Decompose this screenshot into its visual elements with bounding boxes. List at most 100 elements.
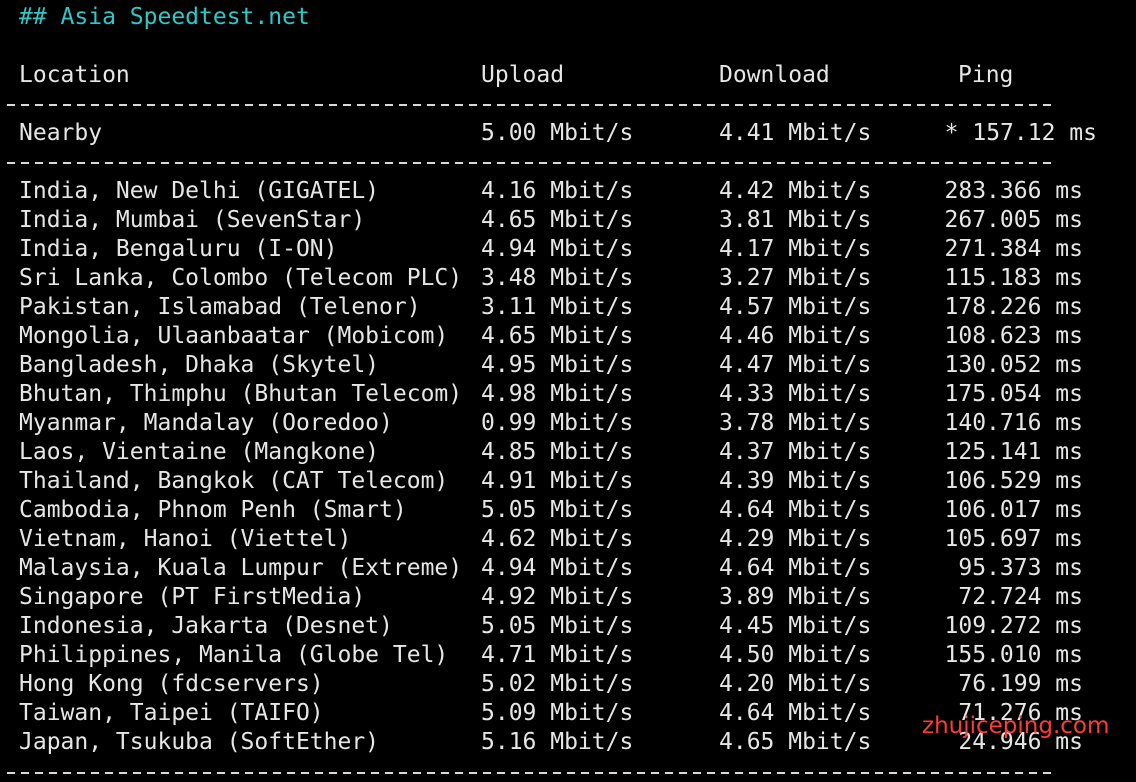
terminal-window[interactable]: ## Asia Speedtest.net Location Upload Do… (0, 0, 1136, 782)
section-title: ## Asia Speedtest.net (19, 4, 310, 30)
divider-middle (7, 162, 1055, 164)
row-upload: 4.62 Mbit/s (481, 526, 634, 552)
row-location: Japan, Tsukuba (SoftEther) (19, 729, 380, 755)
row-download: 4.45 Mbit/s (719, 613, 872, 639)
row-location: Mongolia, Ulaanbaatar (Mobicom) (19, 323, 449, 349)
table-row: India, New Delhi (GIGATEL) 4.16 Mbit/s 4.4… (0, 177, 1136, 206)
row-ping: 109.272 ms (944, 613, 1083, 639)
table-row: Thailand, Bangkok (CAT Telecom) 4.91 Mbit… (0, 467, 1136, 496)
table-row: Myanmar, Mandalay (Ooredoo) 0.99 Mbit/s 3.… (0, 409, 1136, 438)
row-upload: 4.94 Mbit/s (481, 236, 634, 262)
nearby-row: Nearby 5.00 Mbit/s 4.41 Mbit/s * 157.12 … (0, 119, 1136, 148)
row-download: 4.64 Mbit/s (719, 497, 872, 523)
row-upload: 4.95 Mbit/s (481, 352, 634, 378)
row-ping: 155.010 ms (944, 642, 1083, 668)
row-ping: 271.384 ms (944, 236, 1083, 262)
nearby-location: Nearby (19, 120, 103, 146)
row-upload: 4.94 Mbit/s (481, 555, 634, 581)
row-upload: 5.16 Mbit/s (481, 729, 634, 755)
row-download: 4.37 Mbit/s (719, 439, 872, 465)
row-download: 4.46 Mbit/s (719, 323, 872, 349)
row-ping: 175.054 ms (944, 381, 1083, 407)
row-ping: 106.529 ms (944, 468, 1083, 494)
row-upload: 4.92 Mbit/s (481, 584, 634, 610)
row-download: 3.78 Mbit/s (719, 410, 872, 436)
row-download: 4.47 Mbit/s (719, 352, 872, 378)
header-upload: Upload (481, 62, 565, 88)
row-ping: 95.373 ms (958, 555, 1083, 581)
row-upload: 4.85 Mbit/s (481, 439, 634, 465)
row-ping: 108.623 ms (944, 323, 1083, 349)
header-download: Download (719, 62, 830, 88)
table-row: Sri Lanka, Colombo (Telecom PLC) 3.48 Mbi… (0, 264, 1136, 293)
table-row: Bhutan, Thimphu (Bhutan Telecom) 4.98 Mbi… (0, 380, 1136, 409)
table-row: Laos, Vientaine (Mangkone) 4.85 Mbit/s 4.3… (0, 438, 1136, 467)
row-location: Malaysia, Kuala Lumpur (Extreme) (19, 555, 463, 581)
table-row: Bangladesh, Dhaka (Skytel) 4.95 Mbit/s 4.4… (0, 351, 1136, 380)
row-location: Myanmar, Mandalay (Ooredoo) (19, 410, 393, 436)
divider-bottom (7, 772, 1055, 774)
nearby-ping: * 157.12 ms (944, 120, 1097, 146)
row-upload: 0.99 Mbit/s (481, 410, 634, 436)
table-row: Cambodia, Phnom Penh (Smart) 5.05 Mbit/s 4… (0, 496, 1136, 525)
row-location: Laos, Vientaine (Mangkone) (19, 439, 380, 465)
row-ping: 140.716 ms (944, 410, 1083, 436)
row-ping: 115.183 ms (944, 265, 1083, 291)
row-upload: 4.16 Mbit/s (481, 178, 634, 204)
row-upload: 4.65 Mbit/s (481, 207, 634, 233)
table-row: Malaysia, Kuala Lumpur (Extreme) 4.94 Mbi… (0, 554, 1136, 583)
row-location: Indonesia, Jakarta (Desnet) (19, 613, 393, 639)
row-download: 3.89 Mbit/s (719, 584, 872, 610)
nearby-download: 4.41 Mbit/s (719, 120, 872, 146)
table-row: Pakistan, Islamabad (Telenor) 3.11 Mbit/s… (0, 293, 1136, 322)
row-download: 4.20 Mbit/s (719, 671, 872, 697)
row-location: Pakistan, Islamabad (Telenor) (19, 294, 421, 320)
row-upload: 5.02 Mbit/s (481, 671, 634, 697)
row-ping: 76.199 ms (958, 671, 1083, 697)
table-header: Location Upload Download Ping (0, 61, 1136, 90)
row-download: 4.64 Mbit/s (719, 555, 872, 581)
row-upload: 4.71 Mbit/s (481, 642, 634, 668)
row-download: 4.64 Mbit/s (719, 700, 872, 726)
row-location: Thailand, Bangkok (CAT Telecom) (19, 468, 449, 494)
row-download: 3.27 Mbit/s (719, 265, 872, 291)
row-download: 3.81 Mbit/s (719, 207, 872, 233)
row-upload: 4.91 Mbit/s (481, 468, 634, 494)
row-location: Vietnam, Hanoi (Viettel) (19, 526, 352, 552)
row-upload: 5.09 Mbit/s (481, 700, 634, 726)
row-download: 4.33 Mbit/s (719, 381, 872, 407)
row-location: Philippines, Manila (Globe Tel) (19, 642, 449, 668)
row-location: Bangladesh, Dhaka (Skytel) (19, 352, 380, 378)
table-row: Philippines, Manila (Globe Tel) 4.71 Mbit… (0, 641, 1136, 670)
row-download: 4.39 Mbit/s (719, 468, 872, 494)
row-location: Taiwan, Taipei (TAIFO) (19, 700, 324, 726)
row-download: 4.42 Mbit/s (719, 178, 872, 204)
row-location: Hong Kong (fdcservers) (19, 671, 324, 697)
row-location: Cambodia, Phnom Penh (Smart) (19, 497, 407, 523)
row-location: Singapore (PT FirstMedia) (19, 584, 366, 610)
row-download: 4.57 Mbit/s (719, 294, 872, 320)
row-location: India, Mumbai (SevenStar) (19, 207, 366, 233)
row-upload: 5.05 Mbit/s (481, 497, 634, 523)
table-row: Singapore (PT FirstMedia) 4.92 Mbit/s 3.89… (0, 583, 1136, 612)
row-location: India, Bengaluru (I-ON) (19, 236, 338, 262)
row-upload: 4.65 Mbit/s (481, 323, 634, 349)
row-upload: 3.11 Mbit/s (481, 294, 634, 320)
row-upload: 3.48 Mbit/s (481, 265, 634, 291)
table-row: India, Mumbai (SevenStar) 4.65 Mbit/s 3.81… (0, 206, 1136, 235)
row-ping: 130.052 ms (944, 352, 1083, 378)
row-download: 4.50 Mbit/s (719, 642, 872, 668)
header-location: Location (19, 62, 130, 88)
watermark-text: zhujiceping.com (922, 713, 1110, 739)
nearby-upload: 5.00 Mbit/s (481, 120, 634, 146)
divider-top (7, 104, 1055, 106)
table-row: Hong Kong (fdcservers) 5.02 Mbit/s 4.20 Mb… (0, 670, 1136, 699)
table-row: Vietnam, Hanoi (Viettel) 4.62 Mbit/s 4.29 … (0, 525, 1136, 554)
header-ping: Ping (958, 62, 1014, 88)
row-download: 4.65 Mbit/s (719, 729, 872, 755)
row-upload: 5.05 Mbit/s (481, 613, 634, 639)
row-ping: 125.141 ms (944, 439, 1083, 465)
row-ping: 178.226 ms (944, 294, 1083, 320)
row-location: India, New Delhi (GIGATEL) (19, 178, 380, 204)
row-download: 4.29 Mbit/s (719, 526, 872, 552)
